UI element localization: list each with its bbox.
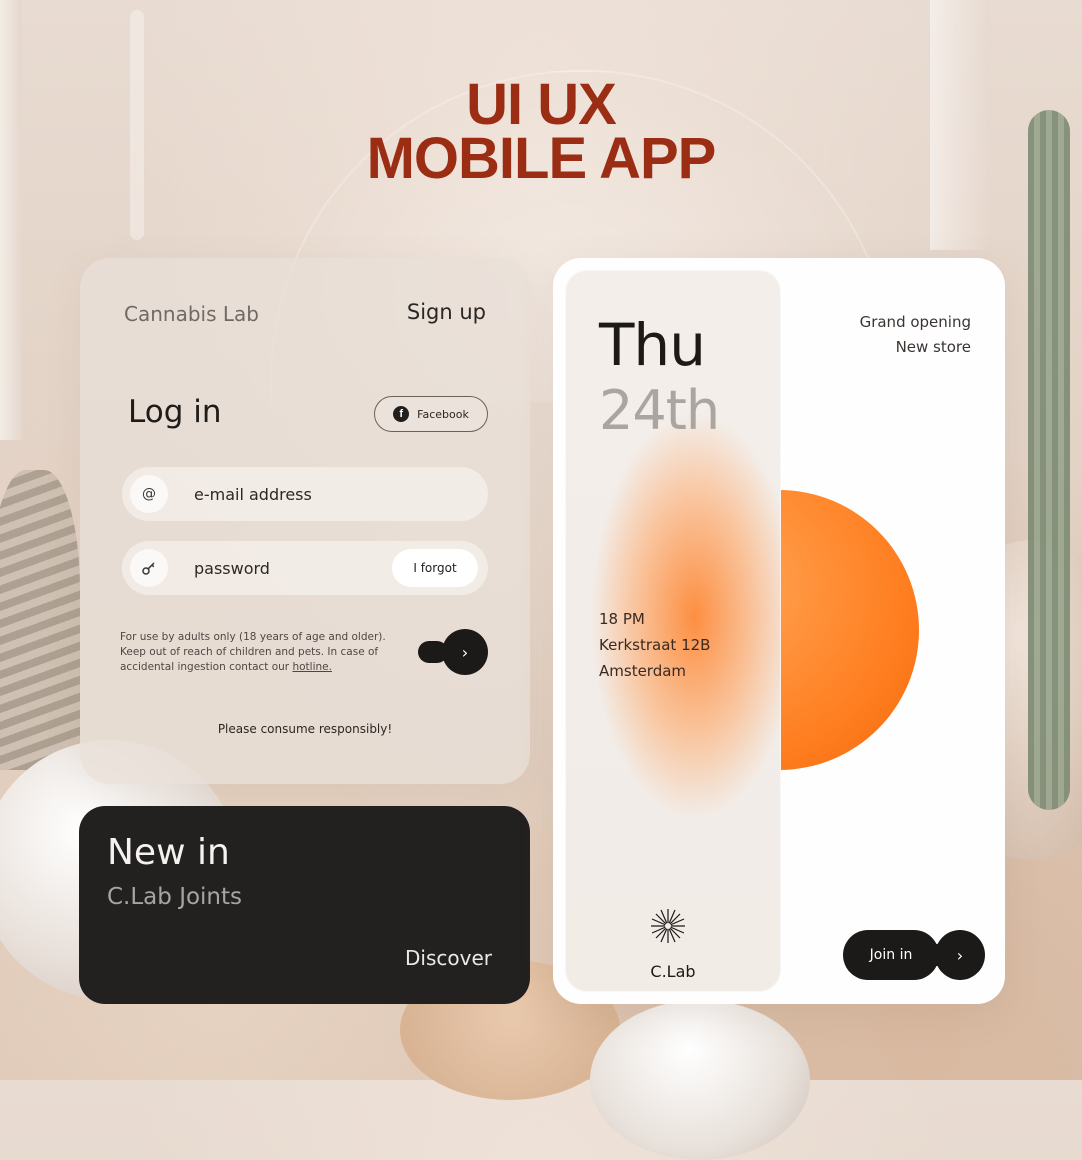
chevron-right-icon: ›: [442, 629, 488, 675]
key-icon: [130, 549, 168, 587]
login-card: Cannabis Lab Sign up Log in f Facebook @…: [80, 258, 530, 784]
title-line-2: MOBILE APP: [366, 126, 717, 191]
tagline-line-2: New store: [895, 338, 971, 356]
background-sphere-bottom: [590, 1000, 810, 1160]
chevron-right-icon: ›: [935, 930, 985, 980]
login-heading: Log in: [128, 394, 222, 430]
email-input[interactable]: [194, 484, 394, 504]
join-in-button[interactable]: Join in ›: [843, 930, 985, 980]
brand-name: Cannabis Lab: [124, 302, 259, 326]
email-field[interactable]: @: [122, 467, 488, 521]
event-street: Kerkstraat 12B: [599, 636, 711, 654]
password-input[interactable]: [194, 558, 394, 578]
join-in-label: Join in: [843, 930, 939, 980]
facebook-icon: f: [393, 406, 410, 422]
background-plant: [0, 470, 80, 770]
page-title: UI UX MOBILE APP: [0, 72, 1082, 191]
new-in-title: New in: [107, 832, 230, 873]
clab-logo-label: C.Lab: [650, 962, 696, 981]
forgot-password-button[interactable]: I forgot: [392, 549, 478, 587]
tagline-line-1: Grand opening: [859, 313, 971, 331]
event-date: 24th: [599, 379, 720, 442]
responsibility-note: Please consume responsibly!: [217, 722, 393, 736]
background-wall: [0, 0, 22, 440]
background-cactus: [1028, 110, 1070, 810]
event-city: Amsterdam: [599, 662, 687, 680]
at-icon: @: [130, 475, 168, 513]
new-in-card[interactable]: New in C.Lab Joints Discover: [79, 806, 530, 1004]
new-in-subtitle: C.Lab Joints: [107, 884, 243, 910]
facebook-login-button[interactable]: f Facebook: [374, 396, 488, 432]
hotline-link[interactable]: hotline.: [292, 661, 331, 673]
title-line-1: UI UX: [466, 72, 617, 137]
signup-link[interactable]: Sign up: [407, 300, 486, 324]
starburst-logo-icon: [651, 909, 685, 943]
event-card: Thu 24th 18 PM Kerkstraat 12B Amsterdam …: [553, 258, 1005, 1004]
facebook-label: Facebook: [417, 407, 469, 421]
login-submit-button[interactable]: ›: [418, 629, 488, 675]
event-date-panel: Thu 24th 18 PM Kerkstraat 12B Amsterdam …: [565, 270, 781, 992]
disclaimer-text: For use by adults only (18 years of age …: [120, 631, 386, 673]
age-disclaimer: For use by adults only (18 years of age …: [120, 630, 390, 675]
event-tagline: Grand opening New store: [860, 310, 971, 360]
event-details: 18 PM Kerkstraat 12B Amsterdam: [599, 606, 710, 684]
password-field[interactable]: I forgot: [122, 541, 488, 595]
event-day: Thu: [599, 311, 706, 379]
event-time: 18 PM: [599, 610, 645, 628]
discover-link[interactable]: Discover: [405, 946, 492, 970]
